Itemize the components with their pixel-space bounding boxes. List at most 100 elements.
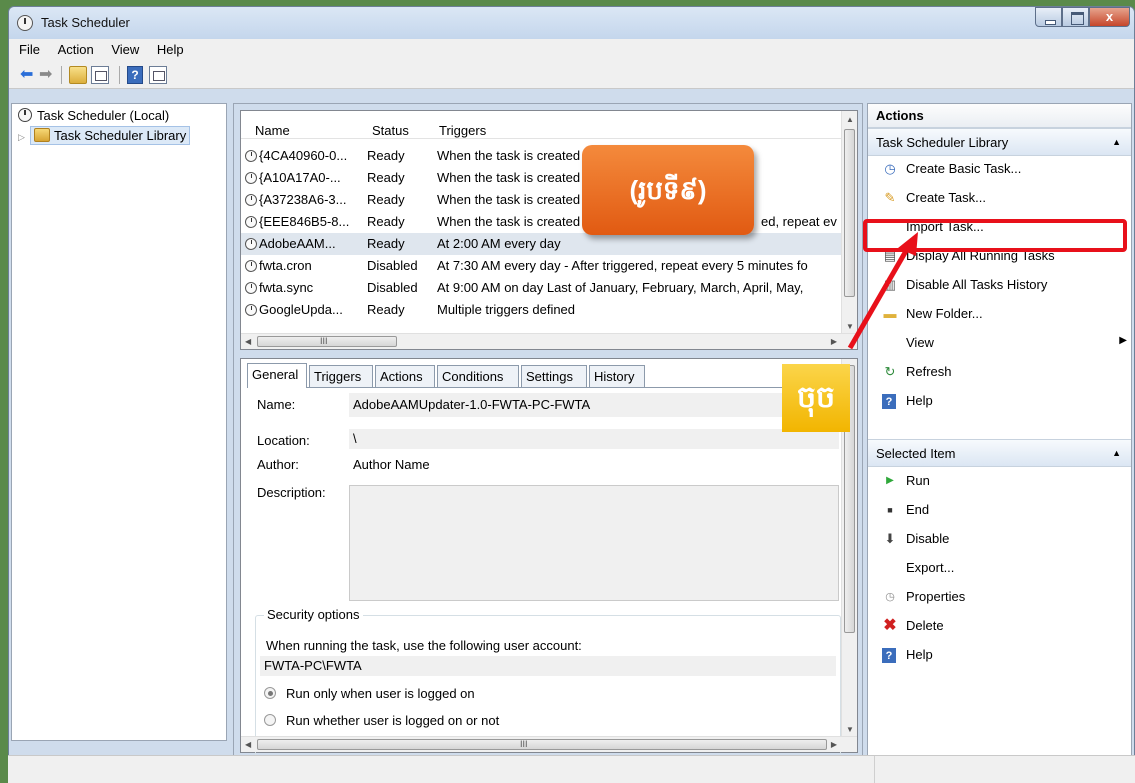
task-icon [245, 216, 257, 228]
submenu-arrow-icon: ▶ [1119, 335, 1127, 346]
task-scheduler-window: Task Scheduler x File Action View Help ⬅… [8, 6, 1135, 783]
details-horizontal-scrollbar[interactable]: ◀ III ▶ [241, 736, 857, 752]
radio-whether-logged-on[interactable]: Run whether user is logged on or not [264, 713, 499, 728]
action-delete[interactable]: ✖ Delete [868, 613, 1131, 639]
security-options-title: Security options [264, 607, 363, 622]
trigger-tail: ed, repeat ev [761, 214, 837, 229]
center-pane: Name Status Triggers {4CA40960-0... Read… [233, 103, 863, 765]
tab-settings[interactable]: Settings [521, 365, 587, 387]
action-run[interactable]: ▶ Run [868, 468, 1131, 494]
action-properties[interactable]: ◷ Properties [868, 584, 1131, 610]
column-status[interactable]: Status [372, 123, 409, 138]
account-value: FWTA-PC\FWTA [264, 658, 362, 673]
table-row[interactable]: fwta.cron Disabled At 7:30 AM every day -… [241, 255, 841, 277]
toolbar: ⬅ ➡ ? [9, 61, 1134, 89]
task-icon [245, 282, 257, 294]
expand-arrow-icon[interactable]: ▷ [18, 132, 26, 143]
close-button[interactable]: x [1089, 7, 1130, 27]
description-field[interactable] [349, 485, 839, 601]
description-label: Description: [257, 485, 326, 500]
collapse-icon[interactable]: ▲ [1112, 137, 1121, 147]
scroll-right-icon[interactable]: ▶ [831, 337, 837, 346]
collapse-icon[interactable]: ▲ [1112, 448, 1121, 458]
scroll-up-icon[interactable]: ▲ [846, 115, 854, 124]
action-help[interactable]: ? Help [868, 388, 1131, 414]
location-label: Location: [257, 433, 310, 448]
author-label: Author: [257, 457, 299, 472]
tab-triggers[interactable]: Triggers [309, 365, 373, 387]
library-folder-icon [34, 128, 50, 142]
task-icon [245, 238, 257, 250]
scroll-thumb[interactable]: III [257, 739, 827, 750]
task-list: Name Status Triggers {4CA40960-0... Read… [240, 110, 858, 350]
help-icon: ? [882, 394, 896, 409]
column-name[interactable]: Name [255, 123, 290, 138]
action-create-task[interactable]: ✎ Create Task... [868, 185, 1131, 211]
properties-icon: ◷ [885, 591, 895, 603]
task-icon [245, 172, 257, 184]
scroll-thumb[interactable]: III [257, 336, 397, 347]
action-end[interactable]: ■ End [868, 497, 1131, 523]
scroll-right-icon[interactable]: ▶ [831, 740, 837, 749]
tab-divider [247, 387, 835, 388]
location-field[interactable] [349, 429, 839, 449]
new-task-icon: ✎ [884, 190, 896, 205]
status-bar [8, 755, 1135, 783]
menu-action[interactable]: Action [51, 39, 101, 57]
calendar-icon: ◷ [884, 161, 896, 176]
scroll-down-icon[interactable]: ▼ [846, 725, 854, 734]
forward-arrow-icon[interactable]: ➡ [39, 66, 55, 84]
tree-item-local[interactable]: Task Scheduler (Local) [18, 108, 169, 126]
action-create-basic-task[interactable]: ◷ Create Basic Task... [868, 156, 1131, 182]
status-divider [874, 756, 875, 783]
tree-item-library[interactable]: ▷ Task Scheduler Library [18, 126, 191, 146]
section-selected-item[interactable]: Selected Item ▲ [868, 439, 1131, 467]
tab-general[interactable]: General [247, 363, 307, 388]
task-icon [245, 304, 257, 316]
show-hide-action-pane-icon[interactable] [149, 66, 167, 84]
tab-actions[interactable]: Actions [375, 365, 435, 387]
security-account-text: When running the task, use the following… [266, 638, 582, 653]
tab-history[interactable]: History [589, 365, 645, 387]
folder-up-icon[interactable] [69, 66, 87, 84]
menu-view[interactable]: View [104, 39, 146, 57]
action-help-selected[interactable]: ? Help [868, 642, 1131, 668]
task-icon [245, 150, 257, 162]
radio-unselected-icon[interactable] [264, 714, 276, 726]
section-task-scheduler-library[interactable]: Task Scheduler Library ▲ [868, 128, 1131, 156]
action-export[interactable]: Export... [868, 555, 1131, 581]
action-refresh[interactable]: ↻ Refresh [868, 359, 1131, 385]
radio-selected-icon[interactable] [264, 687, 276, 699]
help-icon: ? [882, 648, 896, 663]
scroll-left-icon[interactable]: ◀ [245, 337, 251, 346]
back-arrow-icon[interactable]: ⬅ [20, 66, 36, 84]
click-badge: ចុច [782, 364, 850, 432]
disable-icon: ⬇ [884, 531, 896, 546]
run-icon: ▶ [886, 475, 894, 486]
name-label: Name: [257, 397, 296, 412]
tab-conditions[interactable]: Conditions [437, 365, 519, 387]
end-icon: ■ [887, 505, 893, 515]
show-hide-tree-icon[interactable] [91, 66, 109, 84]
actions-header: Actions [868, 104, 1131, 128]
task-icon [245, 194, 257, 206]
task-list-horizontal-scrollbar[interactable]: ◀ III ▶ [241, 333, 857, 349]
minimize-button[interactable] [1035, 7, 1062, 27]
help-icon[interactable]: ? [127, 66, 143, 84]
action-disable[interactable]: ⬇ Disable [868, 526, 1131, 552]
console-tree: Task Scheduler (Local) ▷ Task Scheduler L… [11, 103, 227, 741]
table-row[interactable]: fwta.sync Disabled At 9:00 AM on day Last… [241, 277, 841, 299]
location-value: \ [353, 431, 357, 446]
column-triggers[interactable]: Triggers [439, 123, 486, 138]
maximize-button[interactable] [1062, 7, 1089, 27]
table-row[interactable]: GoogleUpda... Ready Multiple triggers def… [241, 299, 841, 321]
scroll-left-icon[interactable]: ◀ [245, 740, 251, 749]
menu-help[interactable]: Help [150, 39, 191, 57]
title-bar[interactable]: Task Scheduler x [9, 7, 1134, 39]
step-number-badge: (រូបទី៩) [582, 145, 754, 235]
toolbar-separator [119, 66, 120, 84]
radio-logged-on[interactable]: Run only when user is logged on [264, 686, 475, 701]
toolbar-separator [61, 66, 62, 84]
menu-file[interactable]: File [9, 39, 47, 57]
table-row-selected[interactable]: AdobeAAM... Ready At 2:00 AM every day [241, 233, 841, 255]
